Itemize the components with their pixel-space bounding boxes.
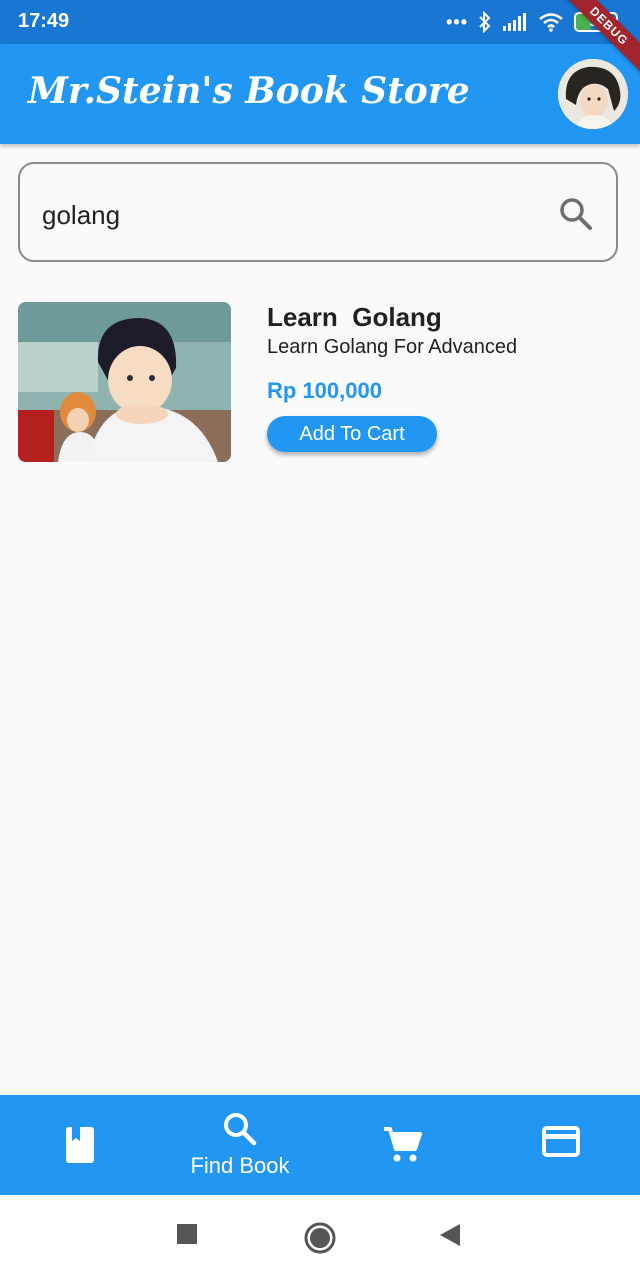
nav-item-books[interactable] (0, 1095, 160, 1195)
system-navigation-bar (0, 1195, 640, 1280)
cart-icon (384, 1127, 422, 1162)
search-icon[interactable] (556, 194, 596, 234)
profile-avatar[interactable] (558, 59, 628, 129)
nav-item-find-book[interactable]: Find Book (160, 1095, 320, 1195)
add-to-cart-button[interactable]: Add To Cart (267, 416, 437, 452)
nav-item-cart[interactable] (320, 1095, 480, 1195)
book-price: Rp 100,000 (267, 378, 382, 403)
book-subtitle: Learn Golang For Advanced (267, 336, 518, 358)
bluetooth-icon (479, 11, 491, 33)
credit-card-icon (542, 1126, 580, 1157)
app-title: Mr.Stein's Book Store (28, 70, 470, 112)
book-result-card[interactable]: Learn Golang Learn Golang For Advanced R… (18, 302, 622, 464)
more-dots-icon: ••• (446, 11, 468, 32)
search-input[interactable] (40, 194, 544, 236)
home-icon[interactable] (303, 1221, 337, 1260)
signal-icon (503, 13, 526, 31)
status-bar: 17:49 ••• 37 (0, 0, 640, 44)
bottom-navigation: Find Book (0, 1095, 640, 1195)
book-title: Learn Golang (267, 302, 442, 332)
search-icon (224, 1113, 257, 1146)
recent-apps-icon[interactable] (176, 1223, 198, 1250)
book-cover-image (18, 302, 231, 462)
nav-item-payment[interactable] (480, 1095, 640, 1195)
search-box (18, 162, 618, 262)
book-icon (66, 1127, 94, 1163)
avatar-illustration-icon (558, 59, 628, 129)
nav-label-find-book: Find Book (190, 1153, 290, 1178)
status-time: 17:49 (18, 10, 70, 32)
back-icon[interactable] (438, 1223, 462, 1252)
app-bar: Mr.Stein's Book Store (0, 44, 640, 144)
wifi-icon (539, 13, 563, 32)
